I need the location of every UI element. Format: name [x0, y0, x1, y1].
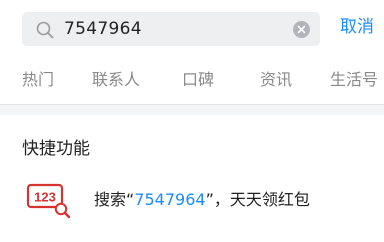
- clear-icon[interactable]: [293, 21, 310, 38]
- search-header: 7547964 取消: [0, 0, 384, 58]
- quick-function-keyword: 7547964: [134, 190, 206, 209]
- number-search-icon-text: 123: [34, 190, 56, 205]
- search-query-text[interactable]: 7547964: [64, 19, 142, 39]
- tab-contacts[interactable]: 联系人: [92, 70, 140, 90]
- search-tabs: 热门 联系人 口碑 资讯 生活号: [0, 58, 384, 104]
- quick-function-prefix: 搜索“: [94, 190, 135, 209]
- quick-function-item[interactable]: 123 搜索“7547964”，天天领红包: [0, 172, 384, 228]
- number-search-icon: 123: [26, 179, 72, 219]
- tab-koubei[interactable]: 口碑: [182, 70, 214, 90]
- quick-functions-title: 快捷功能: [22, 139, 90, 159]
- tab-news[interactable]: 资讯: [260, 70, 292, 90]
- search-icon: [36, 21, 54, 39]
- search-page: 7547964 取消 热门 联系人 口碑 资讯 生活号 快捷功能 123 搜索“…: [0, 0, 384, 242]
- tab-life-account[interactable]: 生活号: [330, 70, 378, 90]
- section-separator: [0, 105, 384, 115]
- quick-function-suffix: ”，天天领红包: [205, 190, 310, 209]
- search-input[interactable]: 7547964: [22, 12, 320, 46]
- quick-function-label: 搜索“7547964”，天天领红包: [94, 189, 310, 211]
- cancel-button[interactable]: 取消: [340, 16, 374, 38]
- tab-hot[interactable]: 热门: [22, 70, 54, 90]
